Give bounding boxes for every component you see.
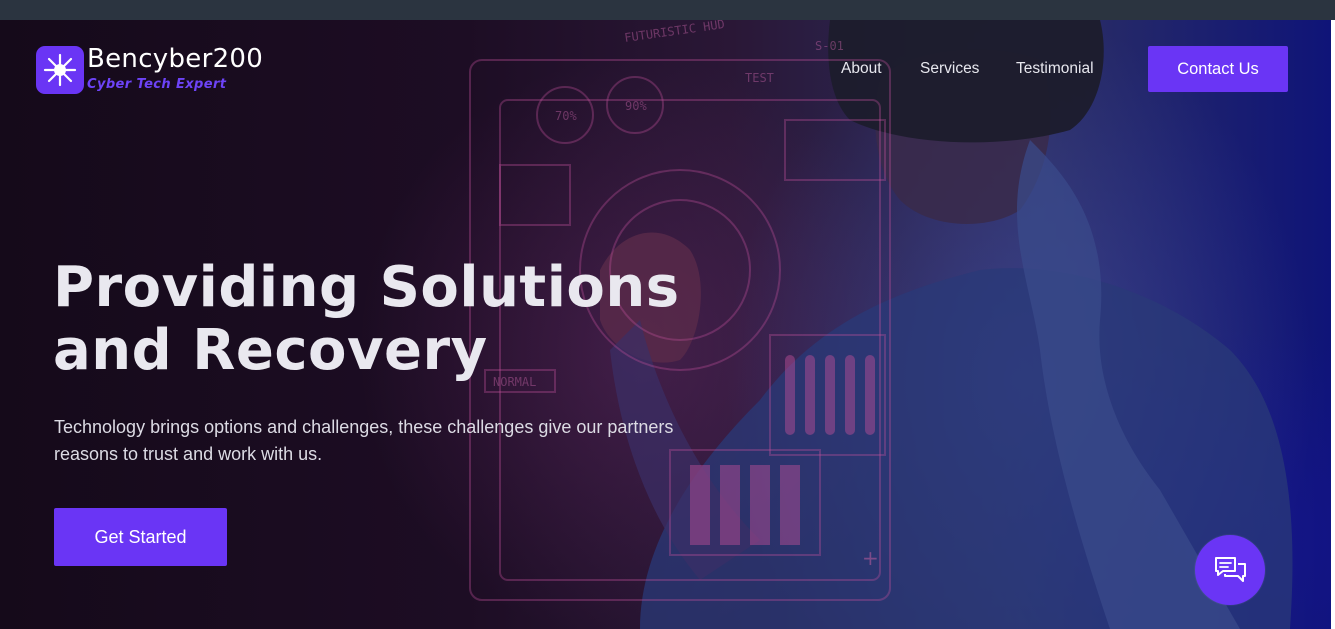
hero-headline-line2: and Recovery	[53, 318, 488, 383]
hud-label-90: 90%	[625, 99, 647, 113]
hero-subtext: Technology brings options and challenges…	[54, 417, 674, 464]
hud-label-test: TEST	[745, 71, 774, 85]
chat-bubbles-icon	[1215, 557, 1246, 582]
contact-us-button[interactable]: Contact Us	[1148, 46, 1288, 92]
scrollbar-edge	[1331, 20, 1335, 629]
nav-link-testimonial[interactable]: Testimonial	[1016, 60, 1094, 78]
hero-headline: Providing Solutions and Recovery	[53, 256, 753, 382]
hud-label-s01: S-01	[815, 39, 844, 53]
nav-link-services[interactable]: Services	[920, 60, 979, 78]
hero-headline-line1: Providing Solutions	[53, 255, 680, 320]
brand-name: Bencyber200	[87, 44, 264, 74]
nav-link-about[interactable]: About	[841, 60, 882, 78]
hud-label-title: FUTURISTIC HUD	[623, 20, 725, 45]
starburst-icon	[36, 46, 84, 94]
vr-headset	[828, 20, 1104, 143]
browser-top-bar	[0, 0, 1335, 20]
chat-widget-button[interactable]	[1195, 535, 1265, 605]
hud-grid-box	[499, 164, 571, 226]
hud-chart-box	[784, 119, 886, 181]
brand-tagline: Cyber Tech Expert	[87, 77, 227, 92]
hud-plus-icon: +	[862, 546, 879, 570]
get-started-button[interactable]: Get Started	[54, 508, 227, 566]
hud-label-70: 70%	[555, 109, 577, 123]
hero-section: FUTURISTIC HUD TEST 70% 90% S-01 NORMAL …	[0, 20, 1331, 629]
